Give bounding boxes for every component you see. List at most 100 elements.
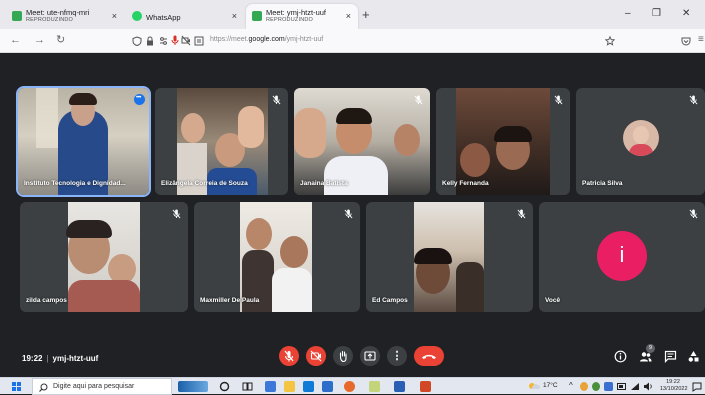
tray-app-icon[interactable] [580, 382, 588, 391]
participant-body [324, 156, 388, 195]
participant-face [181, 113, 205, 143]
hand-icon [339, 350, 347, 363]
participant-name: Kelly Fernanda [442, 180, 489, 187]
search-icon [39, 383, 48, 392]
participant-tile[interactable]: ••• Instituto Tecnologia e Dignidad... [16, 86, 151, 197]
participant-tile[interactable]: Ed Campos [366, 202, 533, 312]
browser-tab-whatsapp[interactable]: WhatsApp × [126, 4, 244, 29]
search-placeholder: Digite aqui para pesquisar [53, 383, 135, 390]
minimize-button[interactable]: – [625, 8, 631, 20]
participant-name: Instituto Tecnologia e Dignidad... [24, 180, 126, 187]
tray-chevron-icon[interactable]: ^ [569, 381, 573, 390]
forward-arrow-icon[interactable]: → [34, 34, 45, 47]
camera-blocked-icon[interactable] [181, 35, 191, 46]
firefox-icon[interactable] [344, 381, 355, 392]
tray-app-icon[interactable] [604, 382, 613, 391]
muted-mic-icon [272, 95, 281, 105]
close-tab-icon[interactable]: × [232, 11, 237, 21]
participant-hair [414, 248, 452, 264]
participant-hair [66, 220, 112, 238]
close-window-button[interactable]: ✕ [682, 8, 690, 20]
participant-name: Janaina Batista [300, 180, 348, 187]
muted-mic-icon [517, 209, 526, 219]
microphone-permission-icon[interactable] [171, 35, 179, 46]
url-bar[interactable]: https://meet.google.com/ymj-htzt-uuf [128, 32, 618, 50]
participant-body [272, 268, 312, 312]
mic-toggle-button[interactable] [279, 346, 299, 366]
close-tab-icon[interactable]: × [112, 11, 117, 21]
participant-tile[interactable]: Kelly Fernanda [436, 88, 570, 195]
more-options-icon[interactable]: ••• [134, 94, 145, 105]
self-avatar: i [597, 231, 647, 281]
file-explorer-icon[interactable] [284, 381, 295, 392]
windows-start-icon[interactable] [12, 382, 21, 391]
whatsapp-icon [132, 11, 142, 21]
mic-off-icon [284, 350, 294, 362]
reload-icon[interactable]: ↻ [56, 34, 65, 47]
waving-hand [238, 106, 264, 148]
taskbar-search-box[interactable]: Digite aqui para pesquisar [32, 378, 172, 395]
maximize-button[interactable]: ❐ [652, 8, 661, 20]
url-text[interactable]: https://meet.google.com/ymj-htzt-uuf [210, 36, 323, 43]
tray-app-icon[interactable] [592, 382, 600, 391]
participant-count-badge: 9 [646, 344, 655, 353]
clock-date: 13/10/2022 [660, 386, 688, 392]
muted-mic-icon [689, 209, 698, 219]
participant-body [456, 262, 484, 312]
more-options-button[interactable]: ⋮ [387, 346, 407, 366]
system-clock[interactable]: 19:22 13/10/2022 [660, 379, 688, 393]
powerpoint-icon[interactable] [420, 381, 431, 392]
participant-face [246, 218, 272, 250]
muted-mic-icon [414, 95, 423, 105]
participant-tile[interactable]: Janaina Batista [294, 88, 430, 195]
store-icon[interactable] [322, 381, 333, 392]
notifications-icon[interactable] [692, 382, 702, 392]
new-tab-button[interactable]: + [362, 8, 370, 21]
pocket-icon[interactable] [681, 36, 691, 46]
avatar-letter: i [619, 242, 625, 267]
taskbar-app-icon[interactable] [369, 381, 380, 392]
leave-call-button[interactable] [414, 346, 444, 366]
tab-subtitle: REPRODUZINDO [266, 17, 314, 23]
participant-tile[interactable]: Elizângela Correia de Souza [155, 88, 288, 195]
camera-toggle-button[interactable] [306, 346, 326, 366]
browser-tab-meet-1[interactable]: Meet: ute-nfmq-mri REPRODUZINDO × [6, 4, 124, 29]
participant-tile[interactable]: i Você [539, 202, 705, 312]
raise-hand-button[interactable] [333, 346, 353, 366]
present-screen-button[interactable] [360, 346, 380, 366]
lock-icon [147, 36, 153, 46]
chat-icon[interactable] [664, 350, 677, 363]
taskbar-app-icon[interactable] [265, 381, 276, 392]
participant-tile[interactable]: Maxmiller De Paula [194, 202, 360, 312]
weather-icon[interactable] [527, 381, 540, 392]
participant-face [460, 143, 490, 177]
word-icon[interactable] [394, 381, 405, 392]
activities-icon[interactable] [687, 350, 700, 363]
clock-time: 19:22 [666, 379, 680, 385]
permissions-icon[interactable] [159, 36, 169, 46]
shield-icon [132, 36, 142, 46]
volume-icon[interactable] [643, 382, 653, 391]
battery-icon[interactable] [617, 382, 627, 391]
close-tab-icon[interactable]: × [346, 11, 351, 21]
participant-tile[interactable]: Patricia Silva [576, 88, 705, 195]
back-arrow-icon[interactable]: ← [10, 34, 21, 47]
reader-view-icon[interactable] [194, 36, 204, 46]
meeting-details-icon[interactable] [614, 350, 627, 363]
bookmark-star-icon[interactable] [605, 36, 615, 46]
meeting-time: 19:22 [22, 354, 43, 363]
task-view-icon[interactable] [242, 381, 253, 392]
meet-icon [252, 11, 262, 21]
wifi-icon[interactable] [630, 382, 640, 391]
participant-tile[interactable]: zilda campos [20, 202, 188, 312]
edge-icon[interactable] [303, 381, 314, 392]
browser-tab-meet-2[interactable]: Meet: ymj-htzt-uuf REPRODUZINDO × [246, 4, 358, 29]
menu-icon[interactable]: ≡ [698, 33, 704, 46]
more-vert-icon: ⋮ [391, 350, 403, 362]
participant-name: Patricia Silva [582, 180, 623, 187]
video-background-window [36, 88, 58, 148]
news-widget-icon[interactable] [178, 381, 208, 392]
end-call-icon [422, 354, 436, 359]
cortana-icon[interactable] [219, 381, 230, 392]
participant-body [68, 280, 140, 312]
